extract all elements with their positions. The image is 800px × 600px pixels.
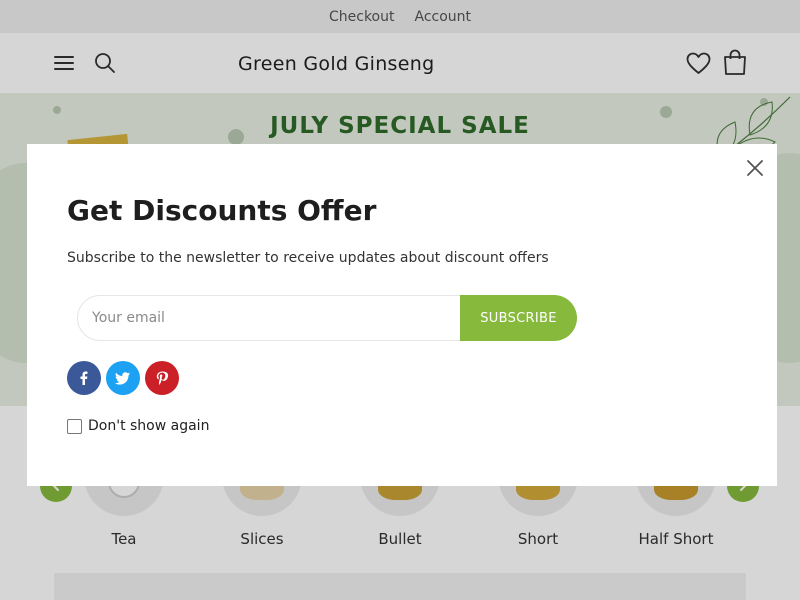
email-field[interactable] <box>77 295 469 341</box>
dont-show-checkbox[interactable] <box>67 418 82 434</box>
facebook-button[interactable] <box>67 361 101 395</box>
close-icon[interactable] <box>743 156 767 180</box>
pinterest-button[interactable] <box>145 361 179 395</box>
facebook-icon <box>80 371 88 385</box>
dont-show-again-option[interactable]: Don't show again <box>67 418 209 434</box>
pinterest-icon <box>156 371 169 385</box>
popup-title: Get Discounts Offer <box>67 194 377 227</box>
twitter-button[interactable] <box>106 361 140 395</box>
newsletter-form: SUBSCRIBE <box>77 295 577 341</box>
subscribe-button[interactable]: SUBSCRIBE <box>460 295 577 341</box>
dont-show-label: Don't show again <box>88 418 210 434</box>
popup-subtitle: Subscribe to the newsletter to receive u… <box>67 250 549 266</box>
twitter-icon <box>115 372 130 385</box>
newsletter-popup: Get Discounts Offer Subscribe to the new… <box>27 144 777 486</box>
